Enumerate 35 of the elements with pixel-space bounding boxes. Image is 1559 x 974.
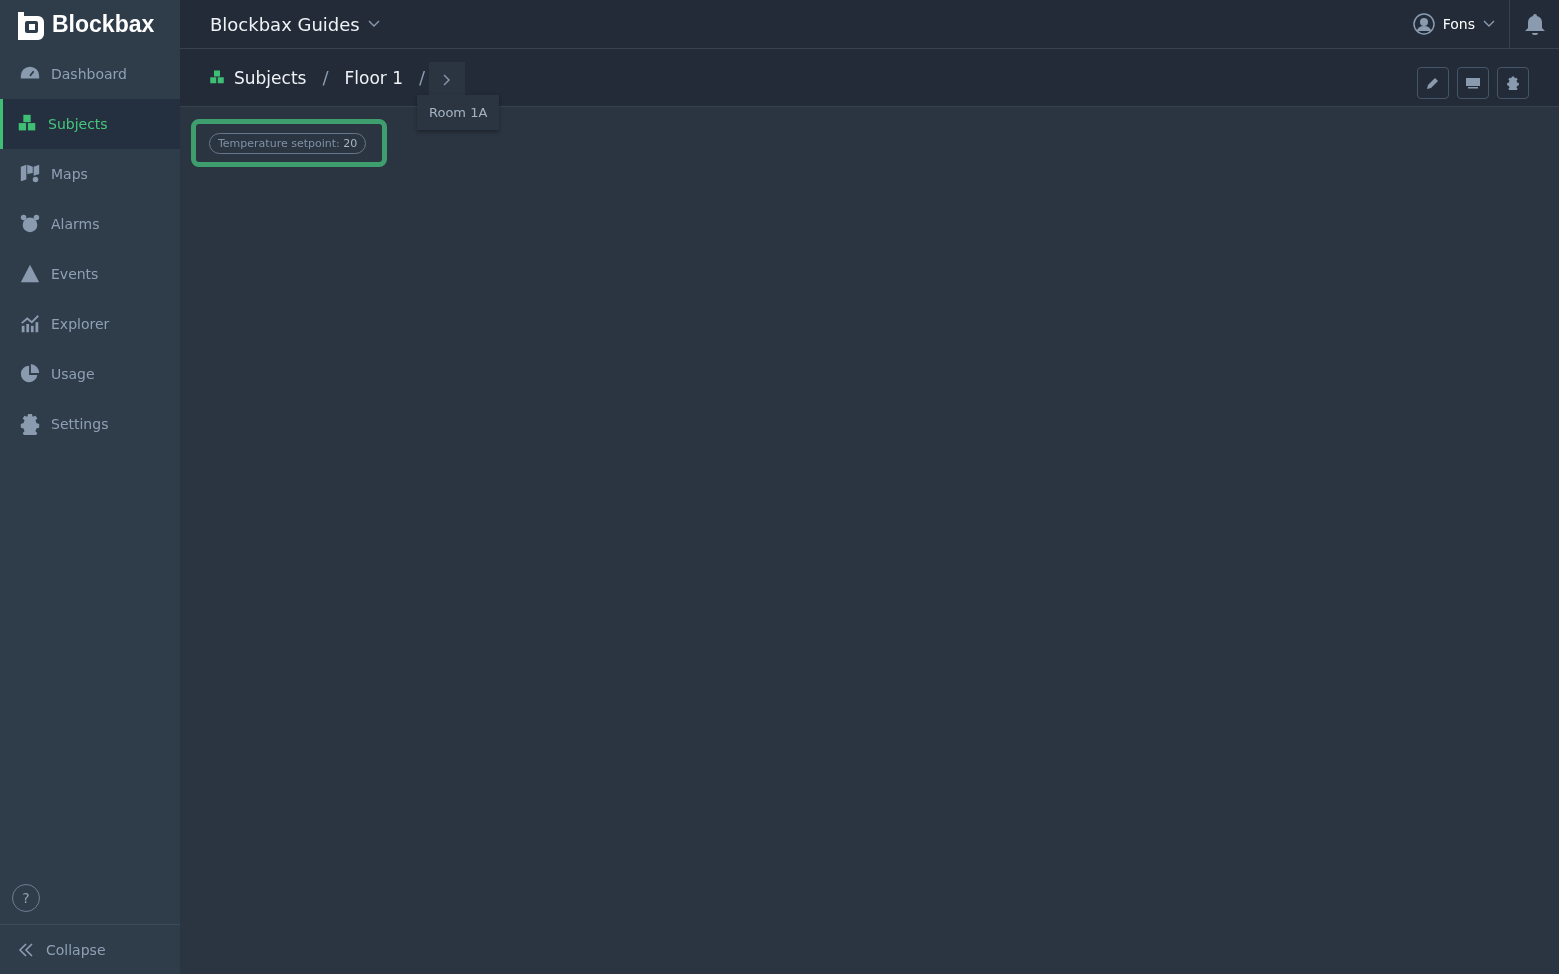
pencil-icon: [1426, 76, 1440, 90]
display-button[interactable]: [1457, 67, 1489, 99]
chevron-right-icon: [443, 74, 452, 86]
settings-button[interactable]: [1497, 67, 1529, 99]
monitor-icon: [1465, 76, 1481, 90]
nav-item[interactable]: Dashboard: [0, 49, 180, 99]
nav-item[interactable]: Alarms: [0, 199, 180, 249]
menu-item[interactable]: Room 1A: [429, 105, 488, 120]
bell-icon[interactable]: [1523, 13, 1546, 35]
breadcrumb-link[interactable]: Subjects: [208, 67, 307, 88]
logo-icon: [16, 9, 46, 40]
nav-icon: [19, 263, 41, 285]
avatar-icon: [1412, 13, 1435, 35]
settings-icon: [1506, 76, 1520, 90]
nav-item[interactable]: Maps: [0, 149, 180, 199]
nav-item[interactable]: Subjects: [0, 99, 180, 149]
chevron-down-icon: [1483, 20, 1495, 28]
nav-icon: [19, 213, 41, 235]
nav-icon: [19, 363, 41, 385]
chevron-down-icon: [367, 20, 380, 28]
edit-button[interactable]: [1417, 67, 1449, 99]
nav-icon: [19, 163, 41, 185]
nav-item[interactable]: Events: [0, 249, 180, 299]
breadcrumb-link[interactable]: Floor 1: [344, 67, 403, 88]
breadcrumb-separator: /: [322, 67, 329, 88]
breadcrumb-separator: /: [419, 67, 426, 88]
nav-item[interactable]: Settings: [0, 399, 180, 449]
nav-item[interactable]: Usage: [0, 349, 180, 399]
nav-icon: [19, 313, 41, 335]
brand-name: Blockbax: [52, 11, 155, 38]
nav-item[interactable]: Explorer: [0, 299, 180, 349]
nav-icon: [19, 413, 41, 435]
project-selector[interactable]: Blockbax Guides: [210, 13, 380, 35]
double-chevron-icon: [18, 941, 34, 958]
user-menu[interactable]: Fons: [1412, 0, 1510, 49]
